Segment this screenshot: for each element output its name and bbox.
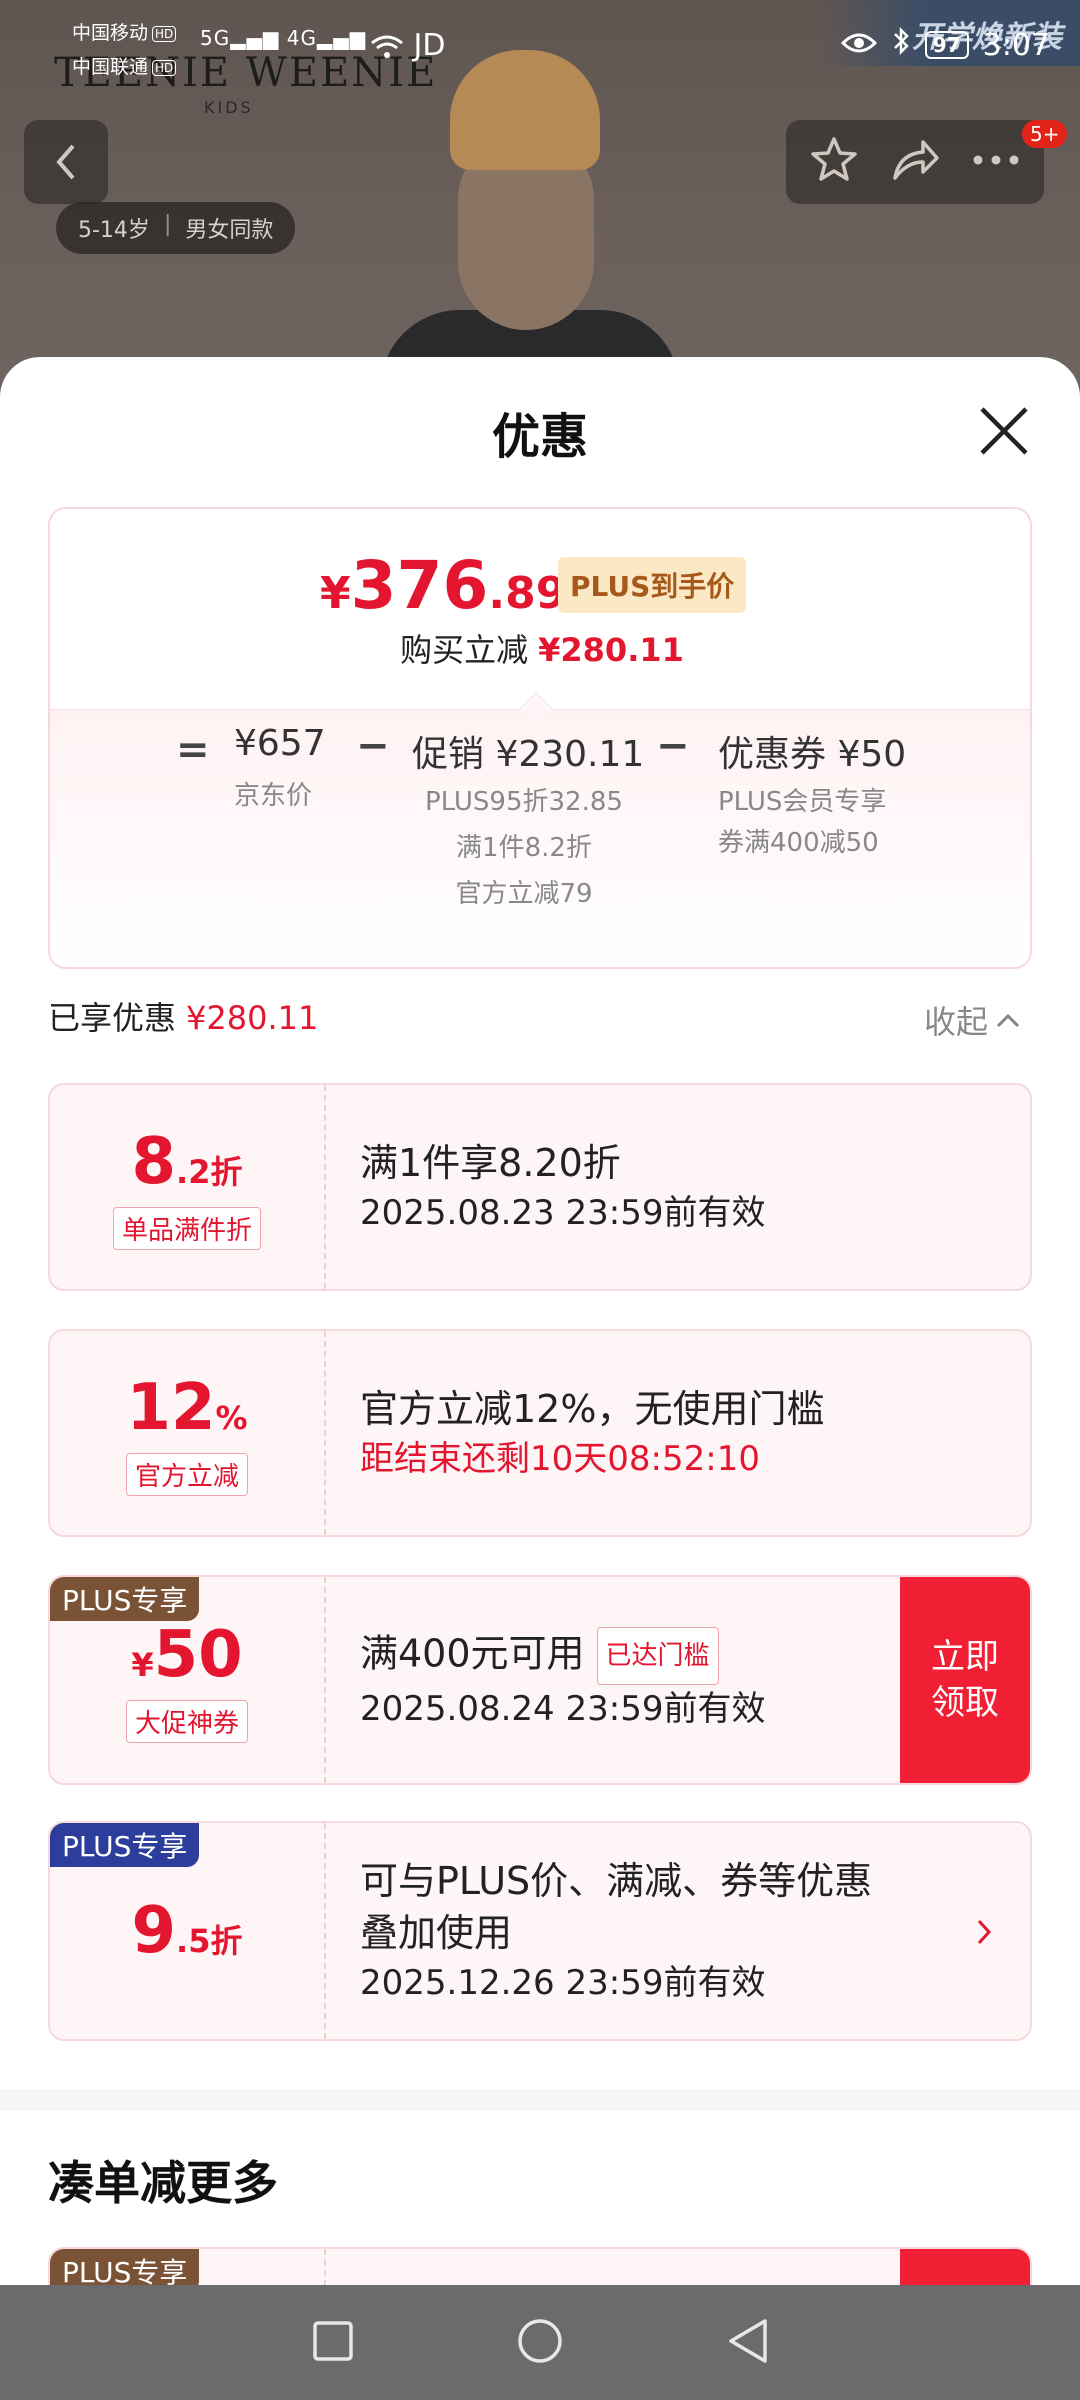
bluetooth-icon xyxy=(891,26,911,64)
recents-icon[interactable] xyxy=(311,2319,355,2367)
eye-icon xyxy=(840,28,877,63)
clock: 3:07 xyxy=(982,27,1050,63)
partial-coupon-card[interactable]: PLUS专享 xyxy=(48,2247,1032,2285)
promo-title-line: 可与PLUS价、满减、券等优惠 xyxy=(360,1859,873,1903)
promo-validity: 2025.12.26 23:59前有效 xyxy=(360,1963,766,2003)
wifi-icon: JD xyxy=(370,28,446,63)
coupon-detail-line: PLUS会员专享 xyxy=(718,787,887,817)
sheet-title: 优惠 xyxy=(491,409,588,465)
jd-app-icon: JD xyxy=(413,28,446,63)
chevron-right-icon[interactable] xyxy=(976,1915,992,1955)
coupon-detail-line: 券满400减50 xyxy=(718,828,879,858)
chevron-up-icon xyxy=(996,1013,1020,1028)
age-range: 5-14岁 xyxy=(78,218,150,243)
close-icon xyxy=(980,407,1028,455)
countdown-timer: 距结束还剩10天08:52:10 xyxy=(360,1439,760,1479)
share-icon[interactable] xyxy=(889,134,941,190)
brand-sub: KIDS xyxy=(204,98,254,117)
close-button[interactable] xyxy=(976,403,1032,459)
equals-sign: = xyxy=(176,727,210,773)
jd-price: ¥657 xyxy=(234,723,326,764)
section-divider xyxy=(0,2089,1080,2111)
enjoyed-discount: 已享优惠 ¥280.11 xyxy=(48,999,319,1037)
promo-detail-line: 官方立减79 xyxy=(455,879,593,909)
promo-title: 官方立减12%，无使用门槛 xyxy=(360,1387,825,1431)
carrier-1: 中国移动 HD xyxy=(72,18,177,45)
coupon-value: ¥50 xyxy=(131,1617,243,1692)
promo-type-tag: 大促神券 xyxy=(125,1699,248,1743)
notification-badge: 5+ xyxy=(1022,120,1068,148)
more-icon[interactable] xyxy=(970,152,1022,172)
jd-price-label: 京东价 xyxy=(234,781,313,811)
minus-sign: − xyxy=(356,723,390,769)
threshold-reached-tag: 已达门槛 xyxy=(596,1627,719,1685)
age-gender-pill: 5-14岁 | 男女同款 xyxy=(56,202,296,254)
chevron-left-icon xyxy=(56,144,75,180)
plus-exclusive-badge: PLUS专享 xyxy=(50,1823,200,1867)
discount-value: 8.2折 xyxy=(131,1124,243,1199)
plus-price-tag: PLUS到手价 xyxy=(558,557,747,613)
home-icon[interactable] xyxy=(516,2317,564,2369)
coupon-detail-list: PLUS会员专享 券满400减50 xyxy=(718,779,886,861)
promo-detail-line: 满1件8.2折 xyxy=(456,833,592,863)
carrier-2: 中国联通 HD xyxy=(72,52,177,79)
promo-type-tag: 官方立减 xyxy=(125,1452,248,1496)
plus-discount-card[interactable]: PLUS专享 9.5折 可与PLUS价、满减、券等优惠 叠加使用 2025.12… xyxy=(48,1821,1032,2041)
discount-value: 9.5折 xyxy=(131,1894,243,1968)
price-breakdown-card: ¥ 376 .89 PLUS到手价 购买立减 ¥280.11 = ¥657 京东价… xyxy=(48,507,1032,969)
signal-icon: 5G▂▄▆ 4G▂▄▆ xyxy=(200,26,367,50)
promo-type-tag: 单品满件折 xyxy=(112,1206,261,1250)
coupon-amount: 优惠券 ¥50 xyxy=(718,734,907,775)
promo-card-discount[interactable]: 8.2折 单品满件折 满1件享8.20折 2025.08.23 23:59前有效 xyxy=(48,1083,1032,1291)
status-bar: 中国移动 HD 中国联通 HD 5G▂▄▆ 4G▂▄▆ JD 97 3:07 xyxy=(0,0,1080,90)
plus-exclusive-badge: PLUS专享 xyxy=(50,1577,200,1621)
more-deals-heading: 凑单减更多 xyxy=(48,2156,278,2210)
discount-value: 12% xyxy=(126,1370,248,1445)
promo-title-line: 叠加使用 xyxy=(360,1911,513,1955)
purchase-reduction: 购买立减 ¥280.11 xyxy=(400,631,684,669)
claim-coupon-button[interactable]: 立即 领取 xyxy=(900,1577,1030,1783)
star-icon[interactable] xyxy=(808,134,860,190)
promo-detail-line: PLUS95折32.85 xyxy=(425,787,623,817)
back-nav-icon[interactable] xyxy=(725,2317,769,2369)
system-nav-bar xyxy=(0,2285,1080,2400)
collapse-toggle[interactable]: 收起 xyxy=(924,997,1020,1043)
gender-label: 男女同款 xyxy=(185,218,274,243)
promo-title: 满1件享8.20折 xyxy=(360,1141,621,1185)
battery-icon: 97 xyxy=(924,31,969,59)
promo-card-official[interactable]: 12% 官方立减 官方立减12%，无使用门槛 距结束还剩10天08:52:10 xyxy=(48,1329,1032,1537)
promo-detail-list: PLUS95折32.85 满1件8.2折 官方立减79 xyxy=(414,779,634,917)
minus-sign: − xyxy=(656,723,690,769)
promo-validity: 2025.08.23 23:59前有效 xyxy=(360,1193,766,1233)
top-action-group xyxy=(786,120,1044,204)
coupon-card: PLUS专享 ¥50 大促神券 满400元可用 已达门槛 2025.08.24 2… xyxy=(48,1575,1032,1785)
promo-amount: 促销 ¥230.11 xyxy=(412,734,645,775)
discount-sheet: 优惠 ¥ 376 .89 PLUS到手价 购买立减 ¥280.11 = ¥657 … xyxy=(0,357,1080,2285)
back-button[interactable] xyxy=(24,120,108,204)
final-price: ¥ 376 .89 xyxy=(320,547,567,624)
plus-exclusive-badge: PLUS专享 xyxy=(50,2249,200,2285)
